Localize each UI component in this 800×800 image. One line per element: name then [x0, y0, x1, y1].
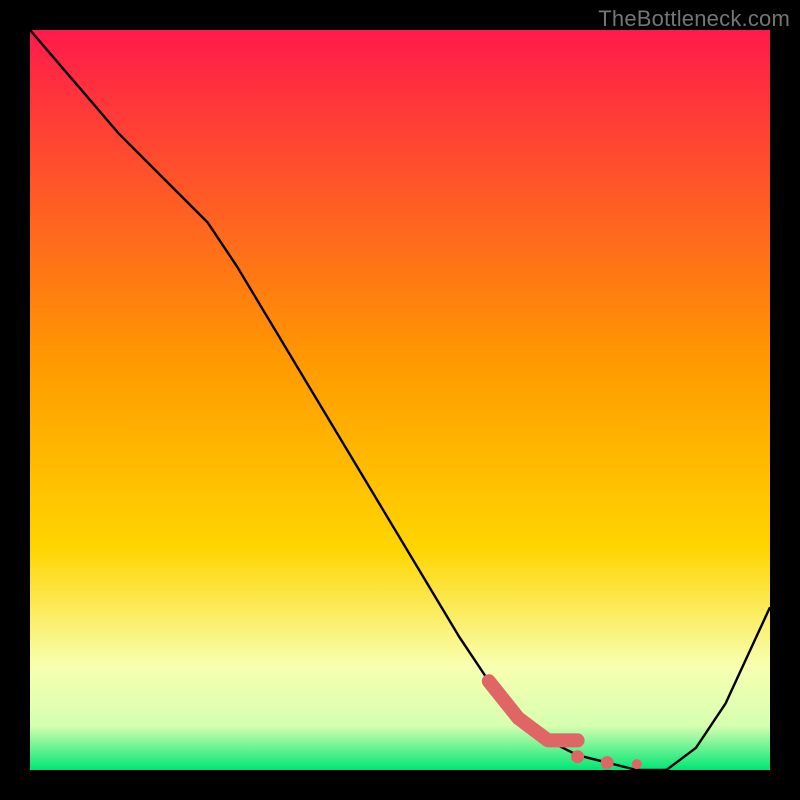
watermark: TheBottleneck.com	[598, 6, 790, 32]
plot-background	[30, 30, 770, 770]
chart-root: TheBottleneck.com	[0, 0, 800, 800]
bottleneck-chart	[0, 0, 800, 800]
